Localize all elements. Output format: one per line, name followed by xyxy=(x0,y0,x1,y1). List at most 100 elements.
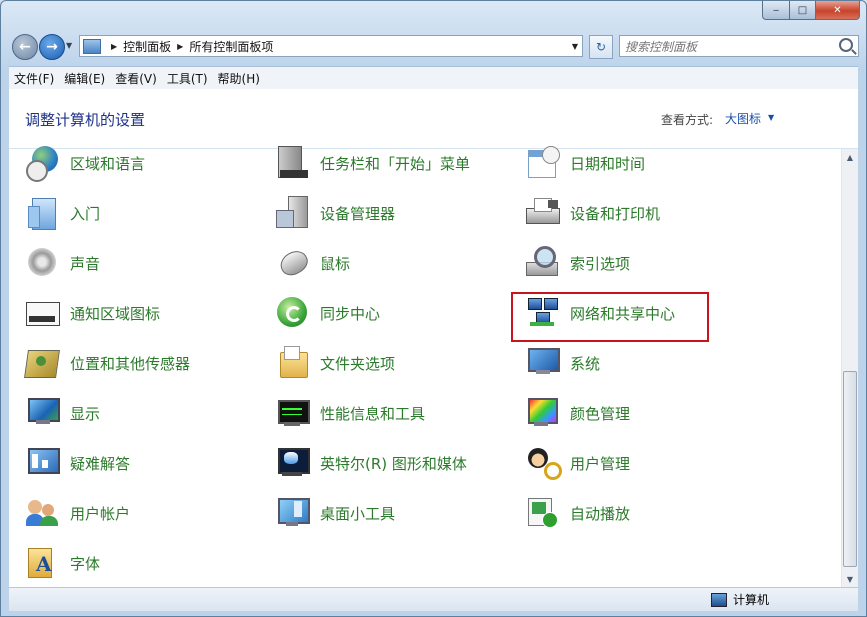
navigation-bar: ← → ▼ ▶ 控制面板 ▶ 所有控制面板项 ▼ ↻ xyxy=(9,31,859,61)
highlight-box xyxy=(511,292,709,342)
item-label: 日期和时间 xyxy=(570,154,646,173)
item-label: 自动播放 xyxy=(570,504,631,523)
item-date-time[interactable]: 日期和时间 xyxy=(526,143,645,183)
menu-help[interactable]: 帮助(H) xyxy=(213,70,265,87)
maximize-button[interactable]: □ xyxy=(790,1,816,20)
performance-icon xyxy=(276,396,310,430)
autoplay-icon xyxy=(526,496,560,530)
item-label: 设备管理器 xyxy=(320,204,396,223)
item-mouse[interactable]: 鼠标 xyxy=(276,243,350,283)
getting-started-icon xyxy=(26,196,60,230)
search-input[interactable] xyxy=(625,38,830,56)
item-taskbar-start[interactable]: 任务栏和「开始」菜单 xyxy=(276,143,470,183)
item-label: 位置和其他传感器 xyxy=(70,354,191,373)
refresh-button[interactable]: ↻ xyxy=(589,35,613,59)
item-label: 英特尔(R) 图形和媒体 xyxy=(320,454,467,473)
address-bar[interactable]: ▶ 控制面板 ▶ 所有控制面板项 ▼ xyxy=(79,35,583,57)
intel-graphics-icon xyxy=(276,446,310,480)
vertical-scrollbar[interactable]: ▲ ▼ xyxy=(841,149,858,587)
display-icon xyxy=(26,396,60,430)
device-manager-icon xyxy=(276,196,310,230)
menu-file[interactable]: 文件(F) xyxy=(9,70,59,87)
refresh-icon: ↻ xyxy=(595,40,607,54)
status-computer: 计算机 xyxy=(711,591,769,608)
breadcrumb-separator-icon[interactable]: ▶ xyxy=(111,42,117,51)
location-sensor-icon xyxy=(24,346,60,380)
status-bar: 计算机 xyxy=(9,587,858,611)
item-sync-center[interactable]: 同步中心 xyxy=(276,293,380,333)
view-by-label: 查看方式: xyxy=(661,113,714,127)
minimize-button[interactable]: ‒ xyxy=(762,1,790,20)
content-pane: 调整计算机的设置 查看方式: 大图标 ▼ 区域和语言 任务栏和「开始」菜单 日期… xyxy=(9,89,858,587)
view-by-dropdown[interactable]: 大图标 xyxy=(725,110,761,127)
address-dropdown-icon[interactable]: ▼ xyxy=(572,42,578,51)
speaker-icon xyxy=(26,246,60,280)
item-color-management[interactable]: 颜色管理 xyxy=(526,393,630,433)
control-panel-window: ‒ □ ✕ ← → ▼ ▶ 控制面板 ▶ 所有控制面板项 ▼ ↻ 文件(F) 编… xyxy=(0,0,867,617)
item-user-accounts[interactable]: 用户帐户 xyxy=(26,493,130,533)
item-intel-graphics[interactable]: 英特尔(R) 图形和媒体 xyxy=(276,443,467,483)
item-display[interactable]: 显示 xyxy=(26,393,100,433)
scroll-up-icon[interactable]: ▲ xyxy=(842,149,858,165)
computer-icon xyxy=(711,592,727,607)
menu-bar: 文件(F) 编辑(E) 查看(V) 工具(T) 帮助(H) xyxy=(9,66,858,89)
menu-edit[interactable]: 编辑(E) xyxy=(59,70,110,87)
scroll-down-icon[interactable]: ▼ xyxy=(842,571,858,587)
item-label: 同步中心 xyxy=(320,304,381,323)
item-label: 桌面小工具 xyxy=(320,504,396,523)
item-system[interactable]: 系统 xyxy=(526,343,600,383)
user-accounts-icon xyxy=(26,496,60,530)
view-by-chevron-icon[interactable]: ▼ xyxy=(768,113,774,122)
item-label: 用户管理 xyxy=(570,454,631,473)
item-performance[interactable]: 性能信息和工具 xyxy=(276,393,425,433)
index-search-icon xyxy=(526,246,560,280)
item-device-manager[interactable]: 设备管理器 xyxy=(276,193,395,233)
item-label: 入门 xyxy=(70,204,101,223)
back-arrow-icon: ← xyxy=(19,39,31,55)
item-notification-icons[interactable]: 通知区域图标 xyxy=(26,293,160,333)
breadcrumb-all-items[interactable]: 所有控制面板项 xyxy=(189,38,273,55)
color-management-icon xyxy=(526,396,560,430)
globe-clock-icon xyxy=(26,146,60,182)
item-label: 文件夹选项 xyxy=(320,354,396,373)
item-label: 设备和打印机 xyxy=(570,204,661,223)
item-label: 性能信息和工具 xyxy=(320,404,426,423)
item-sound[interactable]: 声音 xyxy=(26,243,100,283)
item-label: 任务栏和「开始」菜单 xyxy=(320,154,471,173)
breadcrumb-control-panel[interactable]: 控制面板 xyxy=(123,38,171,55)
system-icon xyxy=(526,346,560,380)
control-panel-icon xyxy=(83,38,101,54)
forward-arrow-icon: → xyxy=(46,39,58,55)
search-icon[interactable] xyxy=(839,38,853,52)
breadcrumb-separator-icon[interactable]: ▶ xyxy=(177,42,183,51)
item-user-management[interactable]: 用户管理 xyxy=(526,443,630,483)
item-region-language[interactable]: 区域和语言 xyxy=(26,143,145,183)
item-troubleshooting[interactable]: 疑难解答 xyxy=(26,443,130,483)
item-label: 用户帐户 xyxy=(70,504,131,523)
item-getting-started[interactable]: 入门 xyxy=(26,193,100,233)
folder-options-icon xyxy=(276,346,310,380)
forward-button[interactable]: → xyxy=(39,34,65,60)
item-fonts[interactable]: A 字体 xyxy=(26,543,100,583)
item-label: 疑难解答 xyxy=(70,454,131,473)
notification-area-icon xyxy=(26,296,60,330)
mouse-icon xyxy=(276,246,312,280)
status-computer-label: 计算机 xyxy=(733,593,770,607)
recent-pages-dropdown[interactable]: ▼ xyxy=(66,41,72,50)
item-autoplay[interactable]: 自动播放 xyxy=(526,493,630,533)
menu-view[interactable]: 查看(V) xyxy=(110,70,162,87)
item-location-sensors[interactable]: 位置和其他传感器 xyxy=(24,343,191,383)
scroll-thumb[interactable] xyxy=(843,371,857,567)
item-label: 颜色管理 xyxy=(570,404,631,423)
menu-tools[interactable]: 工具(T) xyxy=(162,70,213,87)
close-button[interactable]: ✕ xyxy=(816,1,860,20)
search-box xyxy=(619,35,859,57)
sync-icon xyxy=(276,296,310,330)
item-indexing-options[interactable]: 索引选项 xyxy=(526,243,630,283)
item-desktop-gadgets[interactable]: 桌面小工具 xyxy=(276,493,395,533)
item-folder-options[interactable]: 文件夹选项 xyxy=(276,343,395,383)
fonts-icon: A xyxy=(26,546,60,580)
item-devices-printers[interactable]: 设备和打印机 xyxy=(526,193,660,233)
back-button[interactable]: ← xyxy=(12,34,38,60)
troubleshoot-icon xyxy=(26,446,60,480)
